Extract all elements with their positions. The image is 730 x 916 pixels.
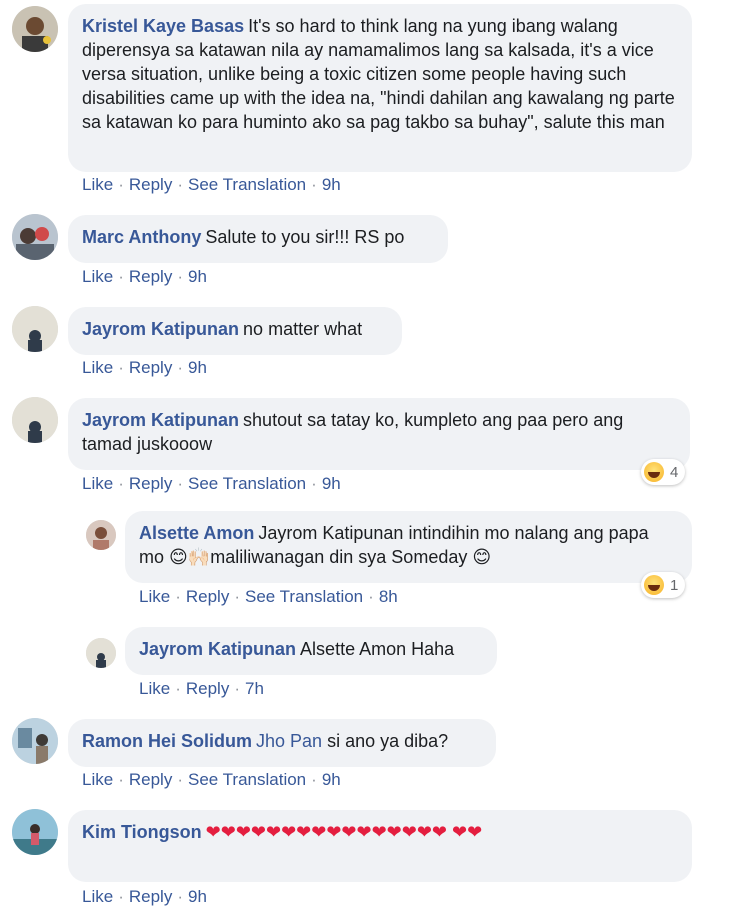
reply-link[interactable]: Reply <box>129 175 172 194</box>
like-link[interactable]: Like <box>82 474 113 493</box>
comment-time[interactable]: 9h <box>188 887 207 906</box>
comment-author[interactable]: Jayrom Katipunan <box>139 639 296 659</box>
comment-bubble: Marc Anthony Salute to you sir!!! RS po <box>68 215 448 263</box>
avatar[interactable] <box>12 809 58 855</box>
comment-bubble: Kim Tiongson ❤❤❤❤❤❤❤❤❤❤❤❤❤❤❤❤ ❤❤ <box>68 810 692 882</box>
comment-bubble: Kristel Kaye Basas It's so hard to think … <box>68 4 692 172</box>
comment-time[interactable]: 7h <box>245 679 264 698</box>
avatar[interactable] <box>12 214 58 260</box>
avatar[interactable] <box>12 6 58 52</box>
avatar[interactable] <box>86 520 116 550</box>
mention-link[interactable]: Jho Pan <box>256 731 322 751</box>
comment-time[interactable]: 9h <box>188 267 207 286</box>
smiling-face-emoji-icon: 😊 <box>472 547 492 567</box>
reply-link[interactable]: Reply <box>129 474 172 493</box>
avatar[interactable] <box>12 718 58 764</box>
comment-time[interactable]: 9h <box>322 770 341 789</box>
reaction-summary[interactable]: 1 <box>641 572 686 598</box>
reply-link[interactable]: Reply <box>129 887 172 906</box>
reply-link[interactable]: Reply <box>186 587 229 606</box>
comment-text: maliliwanagan din sya Someday <box>210 547 473 567</box>
comment-author[interactable]: Alsette Amon <box>139 523 254 543</box>
comment-author[interactable]: Jayrom Katipunan <box>82 319 239 339</box>
like-link[interactable]: Like <box>139 679 170 698</box>
comment-author[interactable]: Ramon Hei Solidum <box>82 731 252 751</box>
like-link[interactable]: Like <box>82 358 113 377</box>
reply-link[interactable]: Reply <box>186 679 229 698</box>
reply-link[interactable]: Reply <box>129 267 172 286</box>
avatar[interactable] <box>12 397 58 443</box>
comment-actions: Like · Reply · See Translation · 8h <box>139 587 398 606</box>
see-translation-link[interactable]: See Translation <box>188 175 306 194</box>
like-link[interactable]: Like <box>82 267 113 286</box>
comment-bubble: Ramon Hei Solidum Jho Pan si ano ya diba? <box>68 719 496 767</box>
comment-text: Alsette Amon Haha <box>300 639 455 659</box>
haha-reaction-icon <box>644 575 664 595</box>
comment-actions: Like · Reply · See Translation · 9h <box>82 770 341 789</box>
see-translation-link[interactable]: See Translation <box>245 587 363 606</box>
reaction-count: 1 <box>670 576 679 594</box>
smiling-face-emoji-icon: 😊 <box>169 547 188 567</box>
avatar[interactable] <box>12 306 58 352</box>
like-link[interactable]: Like <box>82 887 113 906</box>
like-link[interactable]: Like <box>82 770 113 789</box>
comment-text: no matter what <box>243 319 363 339</box>
like-link[interactable]: Like <box>139 587 170 606</box>
comment-actions: Like · Reply · 9h <box>82 887 207 906</box>
comment-time[interactable]: 9h <box>188 358 207 377</box>
comment-bubble: Jayrom Katipunan Alsette Amon Haha <box>125 627 497 675</box>
like-link[interactable]: Like <box>82 175 113 194</box>
comment-author[interactable]: Jayrom Katipunan <box>82 410 239 430</box>
comment-text: si ano ya diba? <box>322 731 449 751</box>
haha-reaction-icon <box>644 462 664 482</box>
comment-bubble: Jayrom Katipunan shutout sa tatay ko, kum… <box>68 398 690 470</box>
comment-bubble: Jayrom Katipunan no matter what <box>68 307 402 355</box>
comment-actions: Like · Reply · See Translation · 9h <box>82 474 341 493</box>
reaction-summary[interactable]: 4 <box>641 459 686 485</box>
comment-author[interactable]: Kristel Kaye Basas <box>82 16 244 36</box>
reaction-count: 4 <box>670 463 679 481</box>
comment-author[interactable]: Kim Tiongson <box>82 822 202 842</box>
see-translation-link[interactable]: See Translation <box>188 770 306 789</box>
comment-author[interactable]: Marc Anthony <box>82 227 201 247</box>
comment-time[interactable]: 9h <box>322 175 341 194</box>
comment-time[interactable]: 8h <box>379 587 398 606</box>
avatar[interactable] <box>86 638 116 668</box>
comment-time[interactable]: 9h <box>322 474 341 493</box>
reply-link[interactable]: Reply <box>129 358 172 377</box>
red-heart-emoji-icon: ❤❤❤❤❤❤❤❤❤❤❤❤❤❤❤❤ ❤❤ <box>205 822 483 842</box>
comment-thread: Kristel Kaye Basas It's so hard to think … <box>0 0 730 916</box>
comment-actions: Like · Reply · 7h <box>139 679 264 698</box>
raising-hands-emoji-icon: 🙌🏻 <box>187 547 211 567</box>
see-translation-link[interactable]: See Translation <box>188 474 306 493</box>
comment-bubble: Alsette Amon Jayrom Katipunan intindihin … <box>125 511 692 583</box>
reply-link[interactable]: Reply <box>129 770 172 789</box>
comment-actions: Like · Reply · 9h <box>82 267 207 286</box>
comment-text: Salute to you sir!!! RS po <box>205 227 405 247</box>
comment-actions: Like · Reply · See Translation · 9h <box>82 175 341 194</box>
comment-actions: Like · Reply · 9h <box>82 358 207 377</box>
